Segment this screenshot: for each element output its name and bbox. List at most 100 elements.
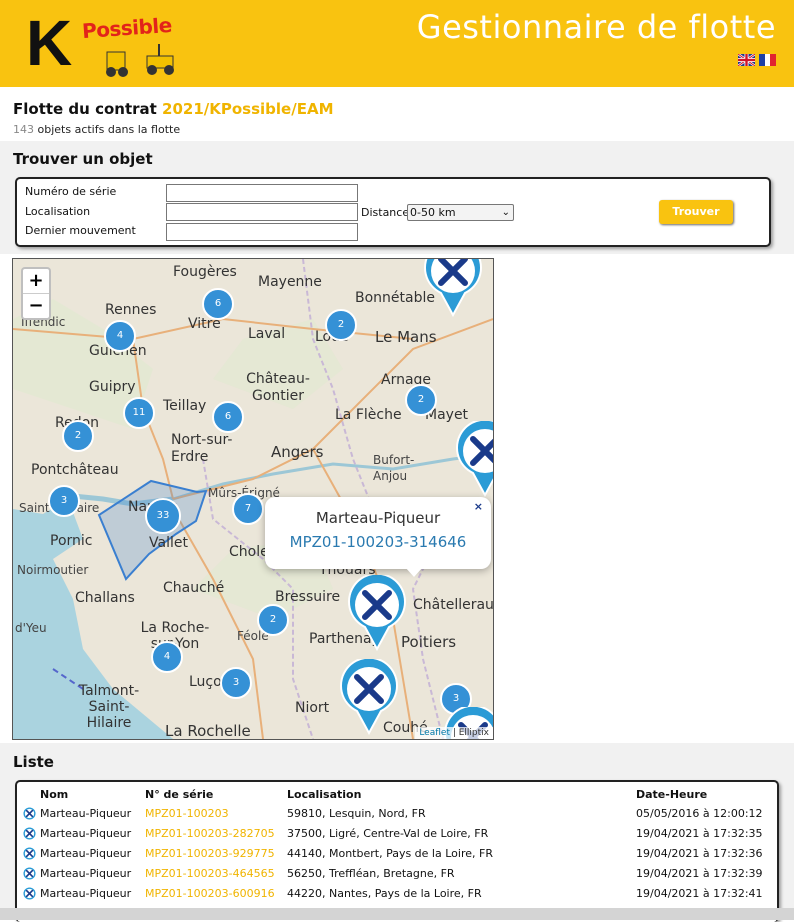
cluster-marker[interactable]: 3 [48,485,80,517]
row-name: Marteau-Piqueur [40,866,132,880]
last-move-label: Dernier mouvement [25,224,136,237]
fleet-map[interactable]: Fougères Mayenne Rennes Vitré Laval Bonn… [12,258,494,740]
table-row[interactable]: Marteau-Piqueur MPZ01-100203-464565 56250,… [23,863,776,883]
place-label: Noirmoutier [17,563,89,577]
place-label: Bufort-Anjou [373,453,415,483]
cluster-marker[interactable]: 4 [104,320,136,352]
cluster-marker[interactable]: 11 [123,397,155,429]
popup-title: Marteau-Piqueur [315,509,441,527]
distance-value: 0-50 km [410,206,456,219]
cluster-marker[interactable]: 2 [405,384,437,416]
find-button[interactable]: Trouver [659,200,733,224]
distance-label: Distance [361,206,410,219]
table-row[interactable]: Marteau-Piqueur MPZ01-100203-929775 44140,… [23,843,776,863]
row-datetime: 19/04/2021 à 17:32:35 [636,826,763,840]
zoom-out-button[interactable]: − [23,294,49,318]
place-label: Angers [271,443,324,461]
app-title: Gestionnaire de flotte [416,8,776,46]
active-count-line: 143 objets actifs dans la flotte [13,123,180,136]
place-label: La Rochelle [165,722,251,740]
tool-icon [23,886,36,900]
row-location: 44140, Montbert, Pays de la Loire, FR [287,846,493,860]
row-serial-link[interactable]: MPZ01-100203-282705 [145,823,287,843]
row-serial-link[interactable]: MPZ01-100203-600916 [145,883,287,903]
place-label: Vallet [149,535,188,551]
row-serial-link[interactable]: MPZ01-100203 [145,803,287,823]
tool-marker-icon[interactable] [339,659,399,735]
horizontal-scrollbar[interactable] [0,908,794,920]
column-header-datetime[interactable]: Date-Heure [636,787,776,803]
row-datetime: 19/04/2021 à 17:32:36 [636,846,763,860]
row-icon-cell [23,823,40,843]
place-label: Châtellerault [413,597,494,613]
serial-label: Numéro de série [25,185,117,198]
cluster-marker[interactable]: 3 [220,667,252,699]
row-icon-cell [23,843,40,863]
row-location: 37500, Ligré, Centre-Val de Loire, FR [287,826,489,840]
place-label: La Flèche [335,407,402,423]
serial-input[interactable] [166,184,358,202]
fleet-table: Nom N° de série Localisation Date-Heure … [23,787,776,903]
cluster-marker[interactable]: 6 [202,288,234,320]
row-datetime: 19/04/2021 à 17:32:39 [636,866,763,880]
fr-flag-icon[interactable] [759,54,776,66]
place-label: Bressuire [275,589,341,605]
contract-code: 2021/KPossible/EAM [162,100,334,118]
fleet-list: Nom N° de série Localisation Date-Heure … [15,780,779,922]
tool-marker-icon[interactable] [423,258,483,317]
tool-marker-icon[interactable] [455,421,494,497]
location-input[interactable] [166,203,358,221]
close-icon[interactable]: × [474,500,483,513]
active-count: 143 [13,123,34,136]
place-label: Le Mans [375,328,437,346]
tool-marker-icon[interactable] [347,575,407,651]
column-header-name[interactable]: Nom [40,787,145,803]
map-popup: Marteau-Piqueur MPZ01-100203-314646 × [265,497,491,577]
table-row[interactable]: Marteau-Piqueur MPZ01-100203-282705 37500,… [23,823,776,843]
place-label: Château-Gontier [246,371,310,404]
cluster-marker[interactable]: 2 [257,604,289,636]
table-row[interactable]: Marteau-Piqueur MPZ01-100203-600916 44220,… [23,883,776,903]
active-count-suffix: objets actifs dans la flotte [34,123,181,136]
zoom-in-button[interactable]: + [23,269,49,294]
cluster-marker[interactable]: 2 [62,420,94,452]
cluster-marker[interactable]: 6 [212,401,244,433]
cluster-marker[interactable]: 7 [232,493,264,525]
leaflet-link[interactable]: Leaflet [419,728,450,738]
place-label: Niort [295,700,330,716]
cluster-marker[interactable]: 33 [145,498,181,534]
row-name: Marteau-Piqueur [40,886,132,900]
place-label: Guipry [89,379,136,395]
column-header-location[interactable]: Localisation [287,787,636,803]
row-location: 59810, Lesquin, Nord, FR [287,806,426,820]
zoom-control: + − [21,267,51,320]
chevron-down-icon: ⌄ [501,207,510,218]
row-name: Marteau-Piqueur [40,806,132,820]
list-title: Liste [13,753,54,771]
row-location: 44220, Nantes, Pays de la Loire, FR [287,886,482,900]
row-icon-cell [23,863,40,883]
column-header-serial[interactable]: N° de série [145,787,287,803]
cluster-marker[interactable]: 4 [151,641,183,673]
last-move-input[interactable] [166,223,358,241]
place-label: Fougères [173,264,237,280]
row-serial-link[interactable]: MPZ01-100203-929775 [145,843,287,863]
place-label: d'Yeu [15,621,47,635]
place-label: Chauché [163,580,225,596]
distance-select[interactable]: 0-50 km ⌄ [407,204,514,221]
popup-serial-link[interactable]: MPZ01-100203-314646 [265,533,491,551]
cluster-marker[interactable]: 2 [325,309,357,341]
language-switcher [738,54,776,66]
row-location: 56250, Treffléan, Bretagne, FR [287,866,455,880]
place-label: Laval [248,326,286,342]
place-label: Rennes [105,302,157,318]
kpossible-logo[interactable]: K Possible [22,8,212,78]
app-header: K Possible Gestionnaire de flotte [0,0,794,87]
table-header-row: Nom N° de série Localisation Date-Heure [23,787,776,803]
table-row[interactable]: Marteau-Piqueur MPZ01-100203 59810, Lesqui… [23,803,776,823]
place-label: Challans [75,590,135,606]
row-icon-cell [23,883,40,903]
row-serial-link[interactable]: MPZ01-100203-464565 [145,863,287,883]
place-label: Talmont-Saint-Hilaire [78,683,140,731]
uk-flag-icon[interactable] [738,54,755,66]
